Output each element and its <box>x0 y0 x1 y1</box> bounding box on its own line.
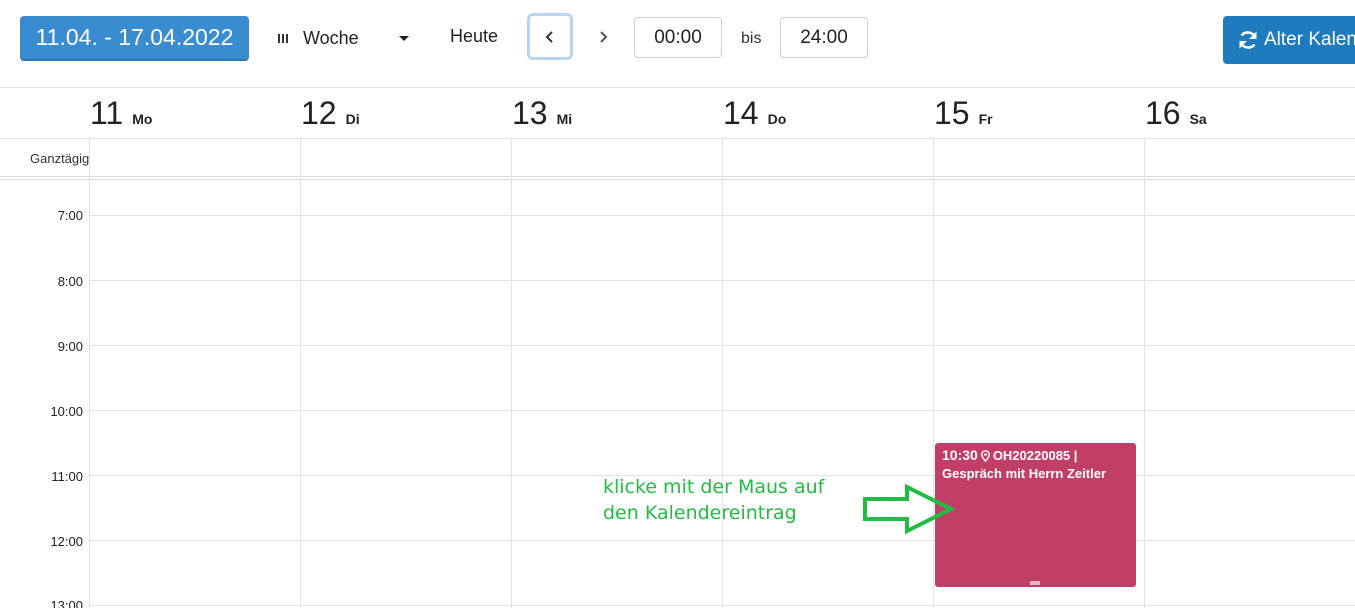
allday-divider <box>0 176 1355 180</box>
map-marker-icon <box>980 449 990 462</box>
caret-down-icon <box>399 35 409 41</box>
view-select[interactable]: Woche <box>276 24 409 52</box>
instruction-annotation: klicke mit der Maus auf den Kalendereint… <box>603 474 824 526</box>
hour-label: 7:00 <box>57 208 83 223</box>
event-resize-handle[interactable] <box>1030 581 1040 585</box>
column-divider <box>933 139 934 608</box>
hour-label: 9:00 <box>57 339 83 354</box>
hour-label: 13:00 <box>50 598 83 608</box>
arrow-right-icon <box>863 484 956 535</box>
day-name: Sa <box>1189 111 1207 127</box>
day-number: 14 <box>723 95 759 131</box>
annotation-line: den Kalendereintrag <box>603 502 797 524</box>
view-select-label: Woche <box>303 27 359 48</box>
hour-line <box>90 540 1355 541</box>
day-number: 16 <box>1145 95 1181 131</box>
today-button[interactable]: Heute <box>450 26 498 47</box>
calendar-event[interactable]: 10:30 OH20220085 | Gespräch mit Herrn Ze… <box>935 443 1136 587</box>
next-week-button[interactable] <box>584 16 622 58</box>
time-range-separator: bis <box>741 30 762 47</box>
day-number: 15 <box>934 95 970 131</box>
day-number: 11 <box>90 95 124 131</box>
day-name: Do <box>767 111 787 127</box>
event-code: OH20220085 | <box>992 448 1078 463</box>
day-name: Mo <box>132 111 153 127</box>
columns-icon <box>276 31 290 45</box>
event-time: 10:30 <box>942 447 978 463</box>
day-header-fr[interactable]: 15 Fr <box>934 95 993 135</box>
hour-label: 8:00 <box>57 274 83 289</box>
old-calendar-label: Alter Kalender <box>1264 29 1355 50</box>
refresh-icon <box>1239 31 1257 49</box>
hour-label: 11:00 <box>51 469 83 484</box>
chevron-left-icon <box>545 30 553 43</box>
event-title: Gespräch mit Herrn Zeitler <box>942 466 1106 481</box>
column-divider <box>722 139 723 608</box>
event-header: 10:30 OH20220085 | <box>942 447 1129 464</box>
column-divider <box>300 139 301 608</box>
column-divider <box>1144 139 1145 608</box>
day-number: 13 <box>512 95 548 131</box>
day-name: Di <box>345 111 360 127</box>
date-range-button[interactable]: 11.04. - 17.04.2022 <box>20 16 249 61</box>
allday-label: Ganztägig <box>30 151 90 166</box>
day-number: 12 <box>301 95 337 131</box>
time-from-input[interactable]: 00:00 <box>634 17 722 58</box>
hour-label: 12:00 <box>50 534 83 549</box>
day-header-do[interactable]: 14 Do <box>723 95 786 135</box>
hour-line <box>90 345 1355 346</box>
hour-label: 10:00 <box>50 404 83 419</box>
day-name: Mi <box>556 111 573 127</box>
column-divider <box>89 139 90 608</box>
header-divider <box>0 138 1355 139</box>
chevron-right-icon <box>600 31 608 43</box>
day-header-mi[interactable]: 13 Mi <box>512 95 572 135</box>
time-to-input[interactable]: 24:00 <box>780 17 868 58</box>
column-divider <box>511 139 512 608</box>
day-header-mo[interactable]: 11 Mo <box>90 95 152 135</box>
day-name: Fr <box>978 111 993 127</box>
hour-line <box>90 410 1355 411</box>
day-header-sa[interactable]: 16 Sa <box>1145 95 1207 135</box>
prev-week-button[interactable] <box>527 13 573 60</box>
hour-line <box>90 605 1355 606</box>
hour-line <box>90 215 1355 216</box>
calendar-toolbar: 11.04. - 17.04.2022 Woche Heute 00:00 bi… <box>0 0 1355 88</box>
day-header-di[interactable]: 12 Di <box>301 95 360 135</box>
annotation-line: klicke mit der Maus auf <box>603 476 825 498</box>
old-calendar-button[interactable]: Alter Kalender <box>1223 16 1355 64</box>
hour-line <box>90 280 1355 281</box>
